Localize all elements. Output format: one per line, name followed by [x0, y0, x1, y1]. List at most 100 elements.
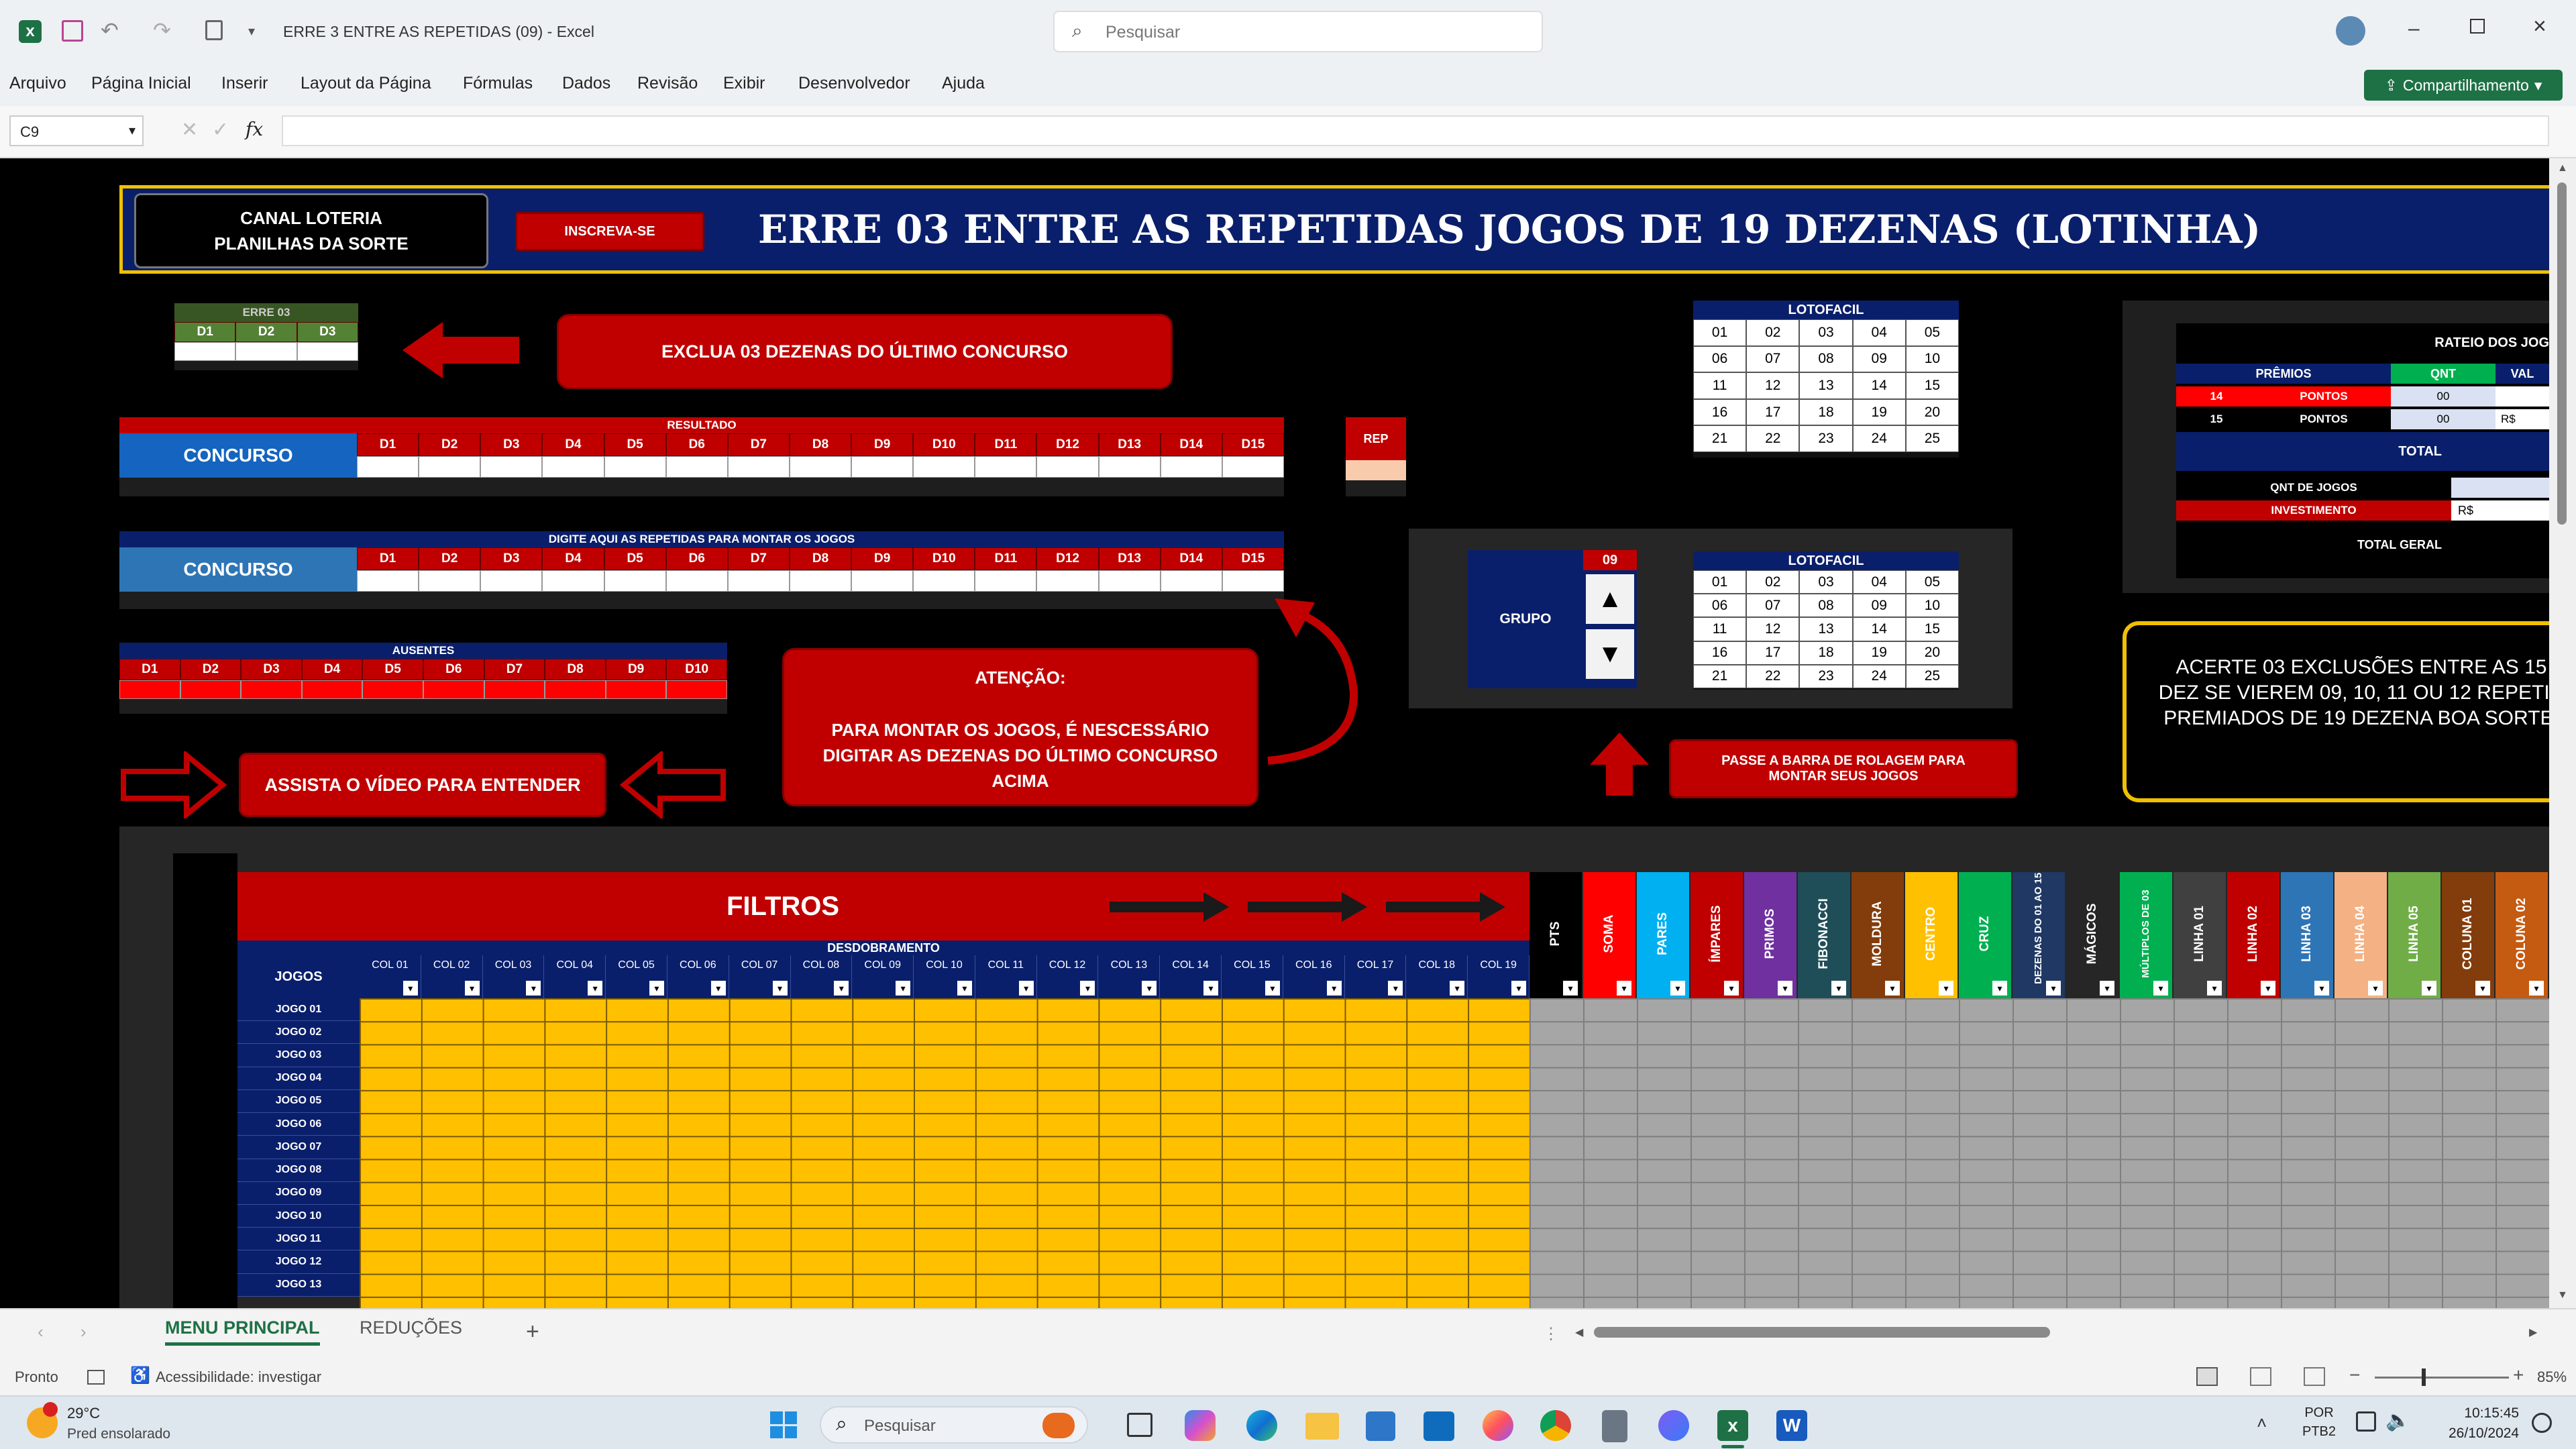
scroll-down-icon[interactable]: ▼	[2557, 1289, 2568, 1301]
tab-splitter[interactable]: ⋮	[1543, 1324, 1559, 1344]
digite-input[interactable]	[604, 570, 666, 592]
app-icon[interactable]	[1658, 1410, 1689, 1441]
digite-input[interactable]	[357, 570, 419, 592]
erre-input[interactable]	[174, 342, 236, 361]
digite-input[interactable]	[975, 570, 1037, 592]
undo-icon[interactable]: ↶	[101, 17, 119, 43]
zoom-slider-thumb[interactable]	[2422, 1368, 2426, 1386]
filter-dropdown-button[interactable]: ▾	[1203, 981, 1219, 996]
ausente-value[interactable]	[180, 680, 241, 699]
filter-dropdown-button[interactable]: ▾	[526, 981, 541, 996]
filter-dropdown-button[interactable]: ▾	[1831, 981, 1846, 996]
scroll-up-icon[interactable]: ▲	[2557, 162, 2568, 174]
filter-dropdown-button[interactable]: ▾	[1326, 981, 1342, 996]
filter-dropdown-button[interactable]: ▾	[402, 981, 418, 996]
digite-input[interactable]	[665, 570, 728, 592]
filter-dropdown-button[interactable]: ▾	[710, 981, 726, 996]
filter-dropdown-button[interactable]: ▾	[1265, 981, 1280, 996]
zoom-level[interactable]: 85%	[2537, 1368, 2567, 1386]
resultado-input[interactable]	[357, 456, 419, 478]
ausente-value[interactable]	[423, 680, 484, 699]
resultado-input[interactable]	[727, 456, 790, 478]
network-icon[interactable]	[2356, 1411, 2376, 1432]
accessibility-icon[interactable]: ♿	[130, 1366, 150, 1385]
notification-icon[interactable]	[2532, 1413, 2552, 1433]
menu-item-0[interactable]: Arquivo	[9, 74, 66, 93]
filter-dropdown-button[interactable]: ▾	[2261, 981, 2275, 996]
horizontal-scroll-thumb[interactable]	[1594, 1327, 2050, 1338]
resultado-input[interactable]	[419, 456, 481, 478]
digite-input[interactable]	[1160, 570, 1222, 592]
file-explorer-icon[interactable]	[1305, 1413, 1339, 1440]
weather-desc[interactable]: Pred ensolarado	[67, 1426, 170, 1442]
filter-dropdown-button[interactable]: ▾	[2368, 981, 2383, 996]
filter-dropdown-button[interactable]: ▾	[1511, 981, 1526, 996]
cancel-icon[interactable]: ✕	[181, 118, 198, 142]
filter-dropdown-button[interactable]: ▾	[1563, 981, 1578, 996]
tab-reducoes[interactable]: REDUÇÕES	[360, 1318, 462, 1338]
filter-dropdown-button[interactable]: ▾	[588, 981, 603, 996]
vertical-scrollbar[interactable]: ▲ ▼	[2549, 158, 2576, 1308]
save-icon[interactable]	[62, 20, 83, 42]
formula-input[interactable]	[282, 115, 2549, 146]
filter-dropdown-button[interactable]: ▾	[1388, 981, 1403, 996]
close-icon[interactable]: ×	[2533, 13, 2546, 40]
menu-item-1[interactable]: Página Inicial	[91, 74, 191, 93]
taskbar-search[interactable]: ⌕ Pesquisar	[820, 1406, 1088, 1444]
ausente-value[interactable]	[362, 680, 423, 699]
excel-taskbar-icon[interactable]: x	[1717, 1410, 1748, 1441]
tab-scroll-right-icon[interactable]: ›	[80, 1322, 87, 1342]
volume-icon[interactable]: 🔈	[2385, 1409, 2410, 1432]
digite-input[interactable]	[1098, 570, 1161, 592]
ausente-value[interactable]	[301, 680, 363, 699]
resultado-input[interactable]	[542, 456, 604, 478]
resultado-input[interactable]	[1098, 456, 1161, 478]
digite-input[interactable]	[419, 570, 481, 592]
menu-item-8[interactable]: Desenvolvedor	[798, 74, 910, 93]
filter-dropdown-button[interactable]: ▾	[1992, 981, 2007, 996]
copilot-icon[interactable]	[1185, 1410, 1216, 1441]
add-sheet-button[interactable]: +	[526, 1319, 539, 1345]
filter-dropdown-button[interactable]: ▾	[1142, 981, 1157, 996]
filter-dropdown-button[interactable]: ▾	[2475, 981, 2490, 996]
filter-dropdown-button[interactable]: ▾	[1724, 981, 1739, 996]
minimize-icon[interactable]: –	[2408, 17, 2420, 40]
resultado-input[interactable]	[975, 456, 1037, 478]
ausente-value[interactable]	[241, 680, 302, 699]
filter-dropdown-button[interactable]: ▾	[834, 981, 849, 996]
digite-input[interactable]	[727, 570, 790, 592]
filter-dropdown-button[interactable]: ▾	[1939, 981, 1953, 996]
grey-grid[interactable]	[1529, 998, 2549, 1308]
resultado-input[interactable]	[789, 456, 852, 478]
tab-menu-principal[interactable]: MENU PRINCIPAL	[165, 1318, 320, 1346]
menu-item-9[interactable]: Ajuda	[942, 74, 985, 93]
menu-item-6[interactable]: Revisão	[637, 74, 698, 93]
name-box[interactable]: C9 ▾	[9, 115, 144, 146]
hscroll-right-icon[interactable]: ▶	[2529, 1326, 2537, 1339]
page-break-icon[interactable]	[2304, 1367, 2325, 1386]
outlook-icon[interactable]	[1424, 1411, 1454, 1441]
tray-chevron-icon[interactable]: ˄	[2257, 1413, 2267, 1434]
filter-dropdown-button[interactable]: ▾	[2153, 981, 2168, 996]
share-button[interactable]: ⇪ Compartilhamento ▾	[2364, 70, 2563, 101]
scroll-thumb[interactable]	[2557, 182, 2567, 525]
erre-input[interactable]	[297, 342, 358, 361]
ausente-value[interactable]	[605, 680, 667, 699]
ausente-value[interactable]	[484, 680, 545, 699]
filter-dropdown-button[interactable]: ▾	[2529, 981, 2544, 996]
zoom-slider[interactable]	[2375, 1377, 2509, 1379]
digite-input[interactable]	[1036, 570, 1099, 592]
filter-dropdown-button[interactable]: ▾	[1450, 981, 1465, 996]
filter-dropdown-button[interactable]: ▾	[464, 981, 480, 996]
grupo-value[interactable]: 09	[1583, 550, 1637, 570]
zoom-in-icon[interactable]: +	[2513, 1364, 2524, 1386]
digite-input[interactable]	[480, 570, 543, 592]
page-layout-icon[interactable]	[2250, 1367, 2271, 1386]
user-avatar[interactable]	[2336, 16, 2365, 46]
erre-input[interactable]	[235, 342, 297, 361]
filter-dropdown-button[interactable]: ▾	[957, 981, 972, 996]
calculator-icon[interactable]	[1602, 1410, 1627, 1442]
filter-dropdown-button[interactable]: ▾	[1018, 981, 1034, 996]
filter-dropdown-button[interactable]: ▾	[1670, 981, 1685, 996]
firefox-icon[interactable]	[1483, 1410, 1513, 1441]
